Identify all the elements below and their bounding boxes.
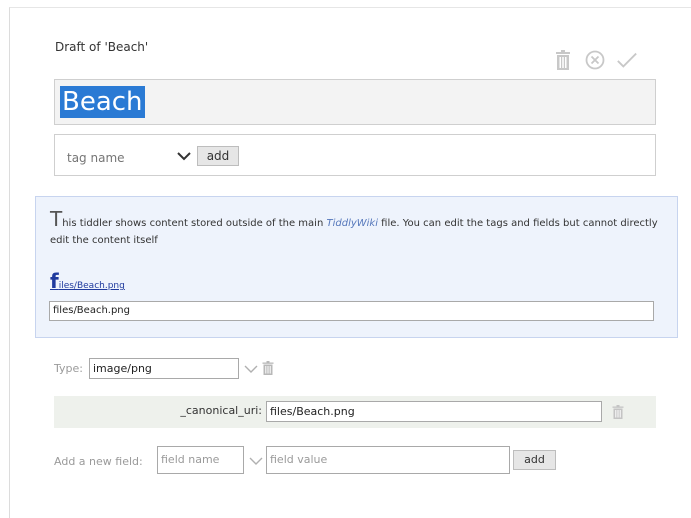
external-content-notice: This tiddler shows content stored outsid… xyxy=(35,196,678,338)
done-button[interactable] xyxy=(616,48,638,72)
chevron-down-icon[interactable] xyxy=(244,363,258,375)
tag-editor: add xyxy=(54,134,656,176)
field-value-input[interactable]: files/Beach.png xyxy=(266,401,602,422)
add-field-label: Add a new field: xyxy=(54,455,143,468)
title-text: Beach xyxy=(60,86,145,118)
chevron-down-icon[interactable] xyxy=(249,455,263,467)
draft-heading: Draft of 'Beach' xyxy=(55,40,149,54)
new-field-value-input[interactable]: field value xyxy=(266,446,510,474)
checkmark-icon xyxy=(617,52,637,68)
file-link[interactable]: files/Beach.png xyxy=(50,269,125,293)
field-name-label: _canonical_uri: xyxy=(180,404,262,417)
title-input[interactable]: Beach xyxy=(54,79,656,125)
tag-name-input[interactable] xyxy=(65,147,174,169)
type-label: Type: xyxy=(54,362,83,375)
notice-text-before: his tiddler shows content stored outside… xyxy=(62,218,327,229)
type-input[interactable]: image/png xyxy=(89,358,239,379)
file-link-rest: iles/Beach.png xyxy=(58,281,125,291)
edit-toolbar xyxy=(552,48,638,72)
trash-icon xyxy=(556,50,570,70)
add-tag-button[interactable]: add xyxy=(197,146,239,166)
field-row: _canonical_uri: files/Beach.png xyxy=(54,396,656,428)
file-path-input[interactable]: files/Beach.png xyxy=(49,301,654,321)
file-link-first-letter: f xyxy=(50,269,59,293)
add-field-button[interactable]: add xyxy=(513,450,556,470)
trash-icon[interactable] xyxy=(612,405,624,419)
notice-text: This tiddler shows content stored outsid… xyxy=(50,209,664,249)
close-circle-icon xyxy=(585,50,605,70)
new-field-name-input[interactable]: field name xyxy=(157,446,244,474)
notice-dropcap: T xyxy=(50,207,63,231)
cancel-button[interactable] xyxy=(584,48,606,72)
delete-button[interactable] xyxy=(552,48,574,72)
trash-icon[interactable] xyxy=(262,361,274,375)
chevron-down-icon[interactable] xyxy=(176,149,192,163)
tiddlywiki-link[interactable]: TiddlyWiki xyxy=(326,218,378,229)
